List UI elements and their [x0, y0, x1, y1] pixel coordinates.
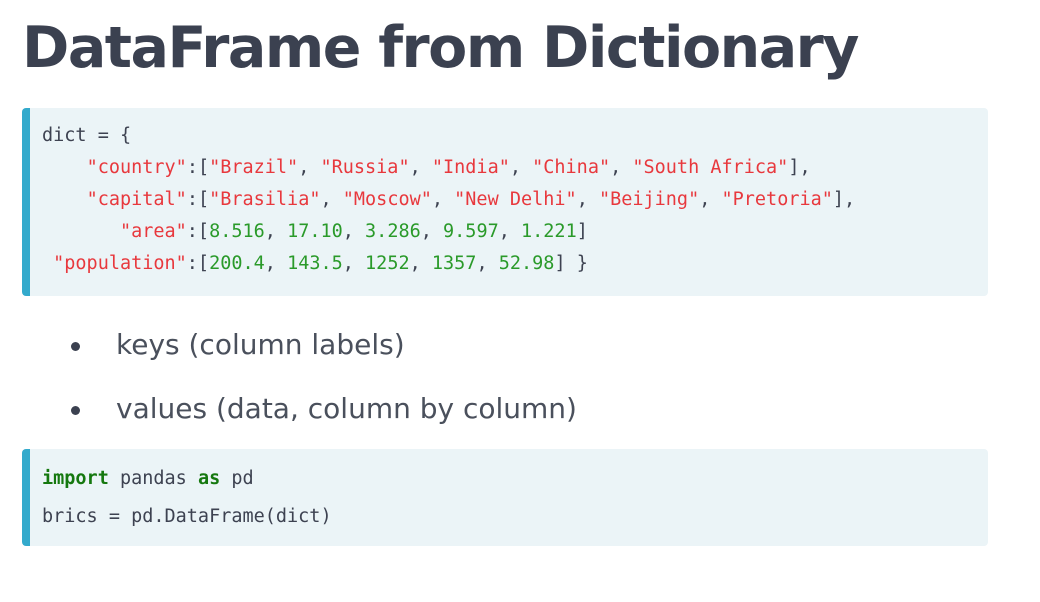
code-text: ,: [576, 189, 599, 210]
code-number: 200.4: [209, 253, 265, 274]
code-text: ,: [476, 253, 499, 274]
code-number: 1357: [431, 253, 477, 274]
code-text: :[: [186, 253, 210, 274]
code-text: :[: [186, 189, 210, 210]
code-number: 143.5: [287, 253, 343, 274]
list-item-text: values (data, column by column): [116, 392, 577, 425]
code-number: 9.597: [443, 221, 499, 242]
code-text: brics = pd.DataFrame(dict): [42, 506, 332, 527]
code-text: ,: [342, 253, 366, 274]
code-text: ,: [298, 157, 321, 178]
code-string: "Beijing": [598, 189, 700, 210]
bullet-list: keys (column labels) values (data, colum…: [68, 315, 577, 443]
code-string: "New Delhi": [454, 189, 577, 210]
list-item-text: keys (column labels): [116, 328, 405, 361]
code-text: ,: [264, 221, 288, 242]
code-string: "Brasilia": [209, 189, 321, 210]
code-keyword: import: [42, 468, 109, 489]
code-text: ,: [420, 221, 444, 242]
code-string: "Pretoria": [721, 189, 833, 210]
code-number: 3.286: [365, 221, 421, 242]
code-text: dict = {: [42, 125, 132, 146]
code-line: dict = {: [42, 120, 988, 152]
code-text: ,: [699, 189, 722, 210]
code-text: pd: [220, 468, 254, 489]
code-text: ]: [576, 221, 588, 242]
code-text: ,: [509, 157, 533, 178]
code-line: "area":[8.516, 17.10, 3.286, 9.597, 1.22…: [42, 216, 988, 248]
code-line: "population":[200.4, 143.5, 1252, 1357, …: [42, 248, 988, 280]
code-text: ,: [409, 157, 432, 178]
code-block-dict: dict = { "country":["Brazil", "Russia", …: [22, 108, 988, 296]
code-text: ,: [342, 221, 366, 242]
list-item: values (data, column by column): [68, 379, 577, 443]
code-number: 1.221: [521, 221, 577, 242]
list-item: keys (column labels): [68, 315, 577, 379]
code-string: "India": [431, 157, 510, 178]
code-text: pandas: [108, 468, 198, 489]
code-text: ],: [832, 189, 856, 210]
bullet-icon: [71, 342, 80, 351]
code-text: ] }: [554, 253, 588, 274]
code-line: "country":["Brazil", "Russia", "India", …: [42, 152, 988, 184]
code-text: :[: [186, 157, 210, 178]
code-text: :[: [186, 221, 210, 242]
code-string: "country": [86, 157, 187, 178]
code-line: "capital":["Brasilia", "Moscow", "New De…: [42, 184, 988, 216]
code-text: ,: [610, 157, 633, 178]
code-line: brics = pd.DataFrame(dict): [42, 498, 988, 536]
code-string: "Moscow": [342, 189, 432, 210]
code-text: ,: [264, 253, 288, 274]
code-text: ,: [320, 189, 343, 210]
code-string: "Russia": [320, 157, 410, 178]
code-number: 17.10: [287, 221, 343, 242]
code-string: "capital": [86, 189, 187, 210]
code-string: "China": [532, 157, 611, 178]
bullet-icon: [71, 406, 80, 415]
page-title: DataFrame from Dictionary: [22, 15, 859, 81]
code-string: "Brazil": [209, 157, 299, 178]
code-block-import: import pandas as pd brics = pd.DataFrame…: [22, 449, 988, 546]
code-string: "South Africa": [632, 157, 789, 178]
code-string: "area": [119, 221, 187, 242]
code-keyword: as: [197, 468, 221, 489]
code-string: "population": [53, 253, 187, 274]
code-line: import pandas as pd: [42, 460, 988, 498]
code-text: ,: [431, 189, 455, 210]
code-number: 8.516: [209, 221, 265, 242]
code-text: ],: [788, 157, 811, 178]
code-text: ,: [498, 221, 522, 242]
code-number: 52.98: [498, 253, 555, 274]
code-text: ,: [409, 253, 432, 274]
code-number: 1252: [365, 253, 410, 274]
